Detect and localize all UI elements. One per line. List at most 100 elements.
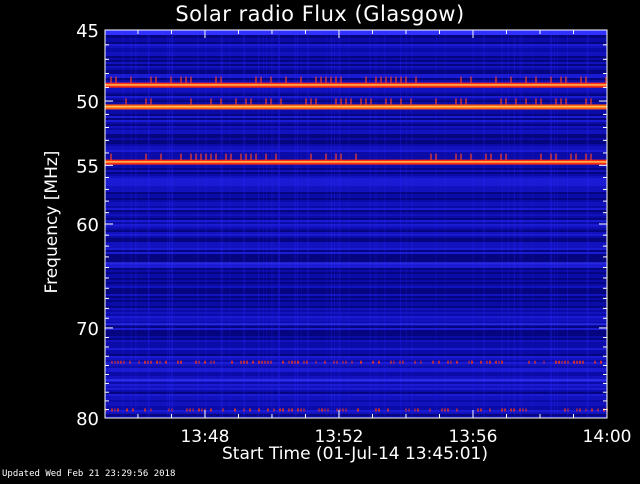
band-segment [468, 360, 470, 364]
band-spike [490, 153, 492, 161]
noise-row [105, 134, 607, 136]
noise-row [105, 198, 607, 200]
band-spike [220, 76, 222, 84]
chart-title: Solar radio Flux (Glasgow) [175, 2, 465, 26]
band-spike [270, 76, 272, 84]
band-segment [510, 408, 512, 412]
top-edge-band [105, 30, 607, 35]
noise-streak [168, 30, 170, 418]
band-spike [525, 76, 527, 84]
band-segment [408, 408, 410, 412]
noise-row [105, 142, 607, 144]
noise-streak [300, 30, 302, 418]
band-spike [455, 98, 457, 106]
band-segment [273, 408, 275, 412]
noise-row [105, 344, 607, 346]
band-spike [250, 153, 252, 161]
noise-row [105, 194, 607, 196]
noise-row [105, 254, 607, 256]
noise-row [105, 370, 607, 372]
noise-streak [272, 30, 274, 418]
band-segment [213, 360, 215, 364]
noise-streak [400, 30, 402, 418]
band-segment [204, 360, 206, 364]
band-spike [110, 153, 112, 161]
band-spike [335, 76, 337, 84]
noise-row [105, 366, 607, 368]
band-spike [220, 98, 222, 106]
band-segment [282, 360, 284, 364]
band-segment [525, 408, 527, 412]
noise-row [105, 72, 607, 74]
noise-row [105, 202, 607, 204]
band-segment [585, 408, 587, 412]
band-segment [114, 408, 116, 412]
faint-band [105, 323, 607, 326]
noise-row [105, 126, 607, 128]
band-spike [125, 98, 127, 106]
noise-row [105, 116, 607, 118]
band-segment [201, 408, 203, 412]
band-spike [160, 153, 162, 161]
noise-row [105, 228, 607, 230]
band-spike [235, 98, 237, 106]
noise-row [105, 350, 607, 352]
noise-row [105, 314, 607, 316]
band-segment [564, 360, 566, 364]
noise-row [105, 268, 607, 270]
noise-streak [348, 30, 350, 418]
noise-row [105, 148, 607, 150]
band-segment [270, 360, 272, 364]
noise-row [105, 94, 607, 96]
band-segment [126, 408, 128, 412]
band-spike [180, 76, 182, 84]
noise-row [105, 278, 607, 280]
noise-row [105, 150, 607, 152]
band-spike [365, 76, 367, 84]
band-spike [390, 76, 392, 84]
band-segment [132, 408, 134, 412]
noise-row [105, 246, 607, 248]
band-segment [342, 408, 344, 412]
noise-row [105, 340, 607, 342]
noise-row [105, 212, 607, 214]
band-segment [564, 408, 566, 412]
noise-row [105, 190, 607, 192]
noise-row [105, 320, 607, 322]
band-spike [250, 98, 252, 106]
noise-row [105, 224, 607, 226]
band-spike [230, 153, 232, 161]
band-spike [500, 98, 502, 106]
band-segment [327, 408, 329, 412]
y-axis-label: Frequency [MHz] [42, 150, 62, 294]
noise-row [105, 270, 607, 272]
band-spike [390, 98, 392, 106]
band-spike [195, 153, 197, 161]
noise-streak [337, 30, 339, 418]
band-segment [378, 408, 380, 412]
noise-streak [405, 30, 407, 418]
band-spike [585, 153, 587, 161]
band-spike [590, 98, 592, 106]
band-segment [114, 360, 116, 364]
noise-row [105, 242, 607, 244]
noise-row [105, 298, 607, 300]
band-spike [435, 153, 437, 161]
noise-row [105, 312, 607, 314]
noise-row [105, 308, 607, 310]
band-segment [498, 360, 500, 364]
noise-row [105, 62, 607, 64]
noise-row [105, 346, 607, 348]
band-segment [519, 408, 521, 412]
band-segment [543, 360, 545, 364]
band-segment [303, 360, 305, 364]
noise-streak [167, 30, 169, 418]
band-segment [528, 360, 530, 364]
band-segment [447, 408, 449, 412]
band-segment [159, 360, 161, 364]
band-spike [460, 98, 462, 106]
band-segment [402, 360, 404, 364]
band-segment [111, 408, 113, 412]
band-spike [510, 76, 512, 84]
band-spike [400, 98, 402, 106]
